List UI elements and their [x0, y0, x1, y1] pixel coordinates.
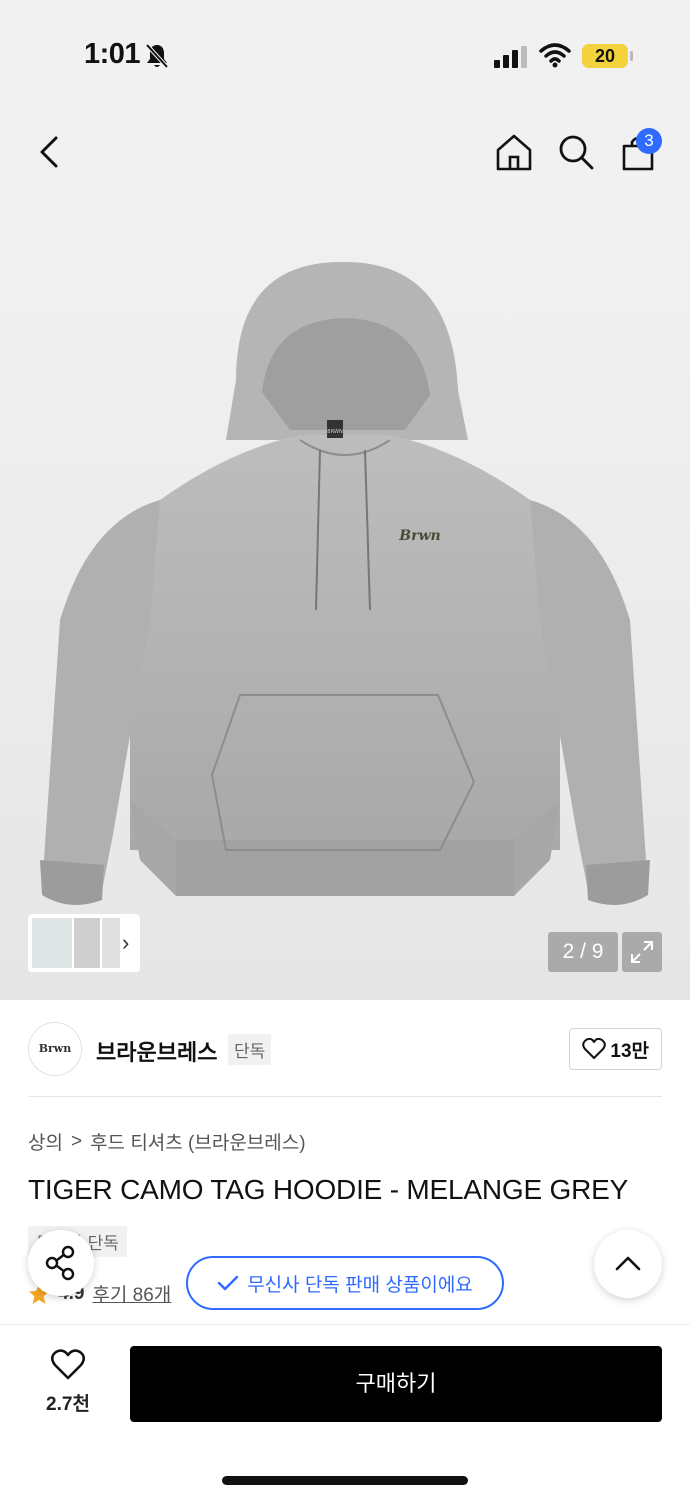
hoodie-product-image: BRWN Brwn — [40, 261, 650, 905]
product-image-gallery[interactable]: BRWN Brwn › 2 / 9 — [0, 200, 690, 1000]
hoodie-tag-text: BRWN — [327, 429, 343, 435]
toast-text: 무신사 단독 판매 상품이에요 — [247, 1274, 473, 1296]
wishlist-count: 2.7천 — [46, 1394, 90, 1415]
breadcrumb: 상의 > 후드 티셔츠 (브라운브레스) — [28, 1128, 306, 1155]
status-bar: 1:01 20 — [0, 0, 690, 110]
breadcrumb-category[interactable]: 상의 — [28, 1128, 63, 1155]
brand-logo[interactable]: Brwn — [28, 1022, 82, 1076]
hoodie-chest-logo: Brwn — [398, 528, 440, 544]
image-page-indicator: 2 / 9 — [548, 932, 618, 972]
bell-muted-icon — [145, 43, 169, 69]
thumbnail-3[interactable] — [102, 918, 120, 968]
battery-nub — [630, 51, 633, 61]
home-indicator — [222, 1476, 468, 1485]
brand-row: Brwn 브라운브레스 단독 13만 — [28, 1020, 662, 1078]
status-time: 1:01 — [84, 38, 141, 70]
bottom-action-bar: 2.7천 구매하기 — [0, 1324, 690, 1500]
top-nav-bar — [0, 110, 690, 200]
home-icon[interactable] — [494, 132, 534, 172]
brand-like-count: 13만 — [610, 1040, 649, 1062]
signal-icon — [494, 46, 527, 68]
heart-icon — [50, 1349, 86, 1380]
cart-count-badge: 3 — [636, 128, 662, 154]
brand-name[interactable]: 브라운브레스 — [96, 1035, 217, 1067]
chevron-up-icon — [615, 1256, 641, 1271]
share-icon — [45, 1245, 75, 1281]
brand-like-button[interactable]: 13만 — [569, 1028, 662, 1070]
breadcrumb-separator: > — [70, 1130, 83, 1152]
share-button[interactable] — [28, 1230, 94, 1296]
thumbnail-2[interactable] — [74, 918, 100, 968]
back-chevron-icon[interactable] — [30, 132, 70, 172]
thumbnail-strip[interactable]: › — [28, 914, 140, 972]
check-icon — [217, 1275, 239, 1291]
chevron-right-icon[interactable]: › — [122, 930, 129, 956]
wifi-icon — [539, 43, 571, 68]
exclusive-toast: 무신사 단독 판매 상품이에요 — [186, 1256, 504, 1310]
battery-indicator: 20 — [582, 44, 628, 68]
heart-icon — [582, 1038, 607, 1059]
expand-icon[interactable] — [622, 932, 662, 972]
brand-exclusive-tag: 단독 — [228, 1034, 272, 1065]
scroll-to-top-button[interactable] — [594, 1230, 662, 1298]
buy-button[interactable]: 구매하기 — [130, 1346, 662, 1422]
breadcrumb-subcategory[interactable]: 후드 티셔츠 (브라운브레스) — [90, 1128, 306, 1155]
thumbnail-1[interactable] — [32, 918, 72, 968]
search-icon[interactable] — [556, 132, 596, 172]
divider — [28, 1096, 662, 1097]
review-count-link[interactable]: 후기 86개 — [92, 1280, 171, 1307]
product-title: TIGER CAMO TAG HOODIE - MELANGE GREY — [28, 1174, 629, 1205]
